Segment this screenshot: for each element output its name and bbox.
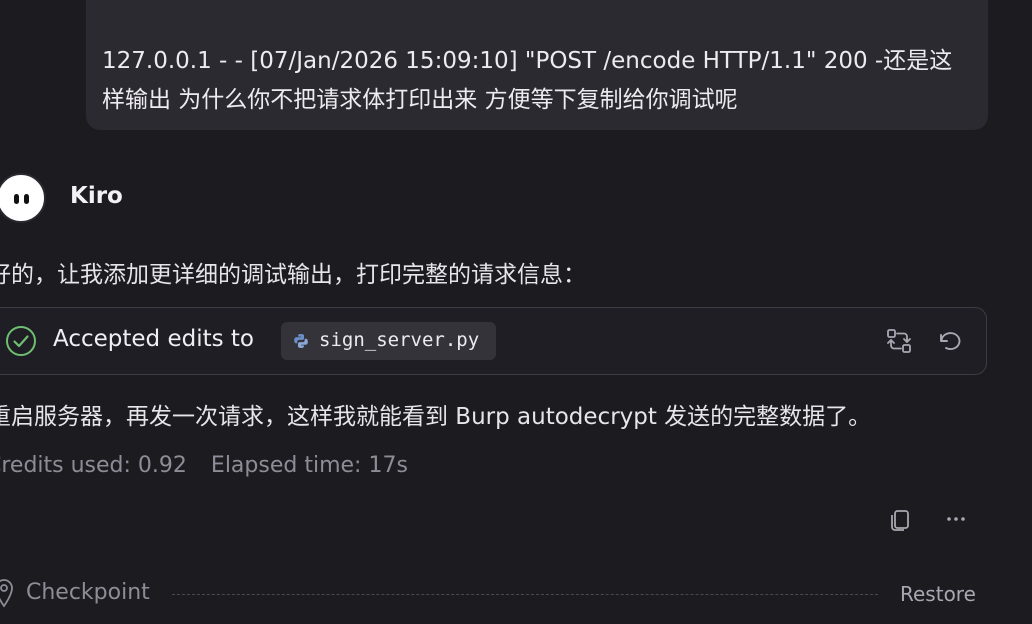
check-circle-icon — [6, 326, 36, 356]
kiro-avatar — [0, 173, 46, 223]
accepted-edits-label: Accepted edits to — [53, 326, 254, 352]
file-name: sign_server.py — [319, 329, 480, 351]
file-chip[interactable]: sign_server.py — [281, 322, 496, 360]
undo-icon[interactable] — [934, 326, 964, 356]
checkpoint-divider — [172, 594, 878, 595]
python-icon — [294, 334, 308, 348]
agent-name: Kiro — [70, 183, 123, 209]
agent-intro-text: 好的，让我添加更详细的调试输出，打印完整的请求信息： — [0, 262, 586, 288]
compare-icon[interactable] — [884, 326, 914, 356]
user-message-text: 127.0.0.1 - - [07/Jan/2026 15:09:10] "PO… — [102, 48, 953, 113]
elapsed-time: Elapsed time: 17s — [210, 453, 408, 478]
chat-panel: 127.0.0.1 - - [07/Jan/2026 15:09:10] "PO… — [0, 0, 1032, 624]
agent-followup-text: 重启服务器，再发一次请求，这样我就能看到 Burp autodecrypt 发送… — [0, 404, 872, 430]
more-icon[interactable] — [942, 505, 970, 533]
checkpoint-label: Checkpoint — [26, 580, 150, 605]
pin-icon — [0, 579, 13, 608]
credits-used: Credits used: 0.92 — [0, 453, 187, 478]
restore-button[interactable]: Restore — [900, 582, 976, 606]
copy-icon[interactable] — [886, 505, 914, 533]
usage-stats: Credits used: 0.92 Elapsed time: 17s — [0, 453, 408, 478]
